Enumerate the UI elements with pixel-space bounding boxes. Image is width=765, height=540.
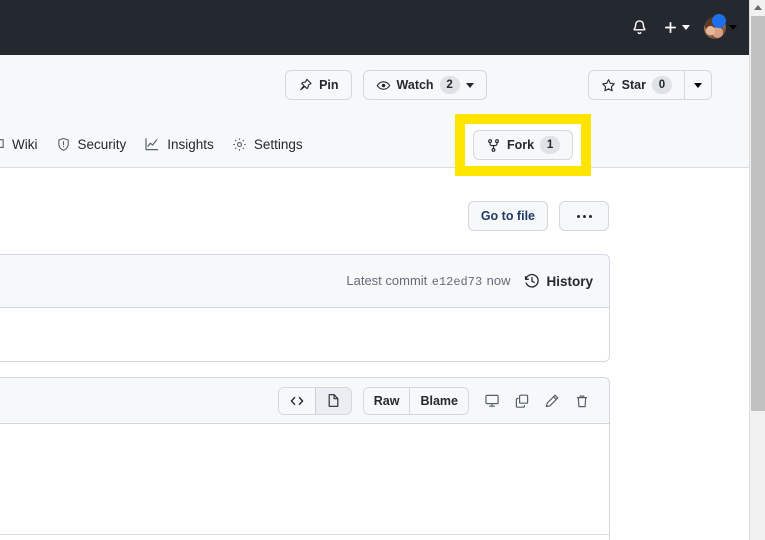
latest-commit-panel: Latest commit e12ed73 now History (0, 254, 610, 362)
code-icon (289, 393, 305, 409)
more-icon (560, 214, 608, 218)
status-dot (712, 13, 726, 28)
sidebar-item-label: Insights (167, 136, 214, 152)
chevron-down-icon (682, 25, 690, 30)
watch-label: Watch (396, 78, 434, 92)
code-view-button[interactable] (278, 387, 315, 414)
star-button[interactable]: Star 0 (587, 70, 684, 100)
device-desktop-icon (484, 393, 500, 409)
latest-commit-label: Latest commit (346, 273, 428, 288)
watch-count: 2 (439, 76, 460, 94)
chevron-down-icon[interactable] (465, 82, 474, 88)
chevron-down-icon (694, 82, 702, 88)
pin-icon (298, 78, 313, 93)
global-header (0, 0, 749, 55)
commit-sha[interactable]: e12ed73 (432, 275, 482, 289)
content-divider (0, 534, 609, 535)
fork-highlight-box: Fork 1 (455, 114, 591, 176)
star-label: Star (621, 78, 646, 92)
trash-icon (574, 393, 590, 409)
file-view-panel: Raw Blame (0, 377, 610, 540)
pin-button[interactable]: Pin (285, 70, 352, 100)
browser-scrollbar[interactable] (749, 0, 765, 540)
repo-action-bar: Pin Watch 2 Fork 1 (0, 55, 749, 176)
shield-icon (56, 137, 71, 152)
eye-icon (376, 78, 391, 93)
go-to-file-label: Go to file (480, 209, 535, 223)
latest-commit-info: Latest commit e12ed73 now (346, 272, 510, 290)
view-mode-toggle (277, 386, 352, 415)
create-new-button[interactable] (662, 19, 690, 36)
copy-icon (514, 393, 530, 409)
latest-commit-body (0, 308, 609, 361)
history-label: History (546, 273, 593, 289)
delete-file-button[interactable] (567, 387, 597, 415)
plus-icon (662, 19, 679, 36)
edit-file-button[interactable] (537, 387, 567, 415)
sidebar-item-wiki[interactable]: Wiki (0, 128, 47, 160)
raw-label: Raw (373, 393, 400, 408)
scroll-up-arrow[interactable] (750, 0, 765, 14)
user-menu-button[interactable] (704, 13, 737, 39)
history-link[interactable]: History (524, 273, 593, 289)
pin-label: Pin (319, 78, 339, 92)
fork-button[interactable]: Fork 1 (472, 130, 574, 160)
file-icon (326, 393, 341, 408)
pencil-icon (544, 393, 560, 409)
graph-icon (144, 136, 160, 152)
sidebar-item-label: Security (77, 136, 127, 152)
sidebar-item-settings[interactable]: Settings (223, 128, 312, 160)
sidebar-item-label: Wiki (12, 136, 38, 152)
file-view-toolbar: Raw Blame (0, 378, 609, 424)
commit-time: now (486, 273, 511, 288)
file-action-buttons: Go to file (467, 201, 609, 231)
fork-icon (486, 138, 501, 153)
go-to-file-button[interactable]: Go to file (467, 201, 548, 231)
sidebar-item-label: Settings (253, 136, 303, 152)
sidebar-item-security[interactable]: Security (47, 128, 136, 160)
star-button-group: Star 0 (587, 70, 712, 100)
copy-raw-content-button[interactable] (507, 387, 537, 415)
more-options-button[interactable] (559, 201, 609, 231)
repo-content: Go to file Latest commit e12ed73 now His… (0, 168, 749, 540)
repo-nav: Wiki Security Insights Settings (0, 125, 749, 168)
star-count: 0 (652, 76, 672, 94)
book-icon (0, 137, 5, 152)
history-icon (524, 273, 540, 289)
repo-action-buttons: Pin Watch 2 Fork 1 (285, 70, 712, 100)
global-header-actions (631, 13, 737, 39)
raw-blame-toggle: Raw Blame (362, 386, 469, 415)
chevron-down-icon (729, 25, 737, 30)
bell-icon (631, 19, 648, 36)
notifications-button[interactable] (631, 19, 648, 36)
file-view-body: the quick brown fox jumps over the lazy … (0, 424, 609, 540)
preview-view-button[interactable] (314, 387, 351, 414)
fork-label: Fork (506, 138, 535, 152)
sidebar-item-insights[interactable]: Insights (135, 128, 223, 160)
star-dropdown-button[interactable] (684, 70, 712, 100)
open-in-desktop-button[interactable] (477, 387, 507, 415)
browser-viewport: Pin Watch 2 Fork 1 (0, 0, 765, 540)
gear-icon (232, 137, 247, 152)
fork-count: 1 (540, 136, 561, 154)
triangle-up-icon (754, 4, 762, 10)
blame-button[interactable]: Blame (409, 387, 468, 414)
watch-button[interactable]: Watch 2 (362, 70, 487, 100)
scrollbar-thumb[interactable] (751, 16, 765, 411)
star-icon (601, 78, 616, 93)
raw-button[interactable]: Raw (363, 387, 410, 414)
latest-commit-header: Latest commit e12ed73 now History (0, 255, 609, 308)
blame-label: Blame (420, 393, 458, 408)
